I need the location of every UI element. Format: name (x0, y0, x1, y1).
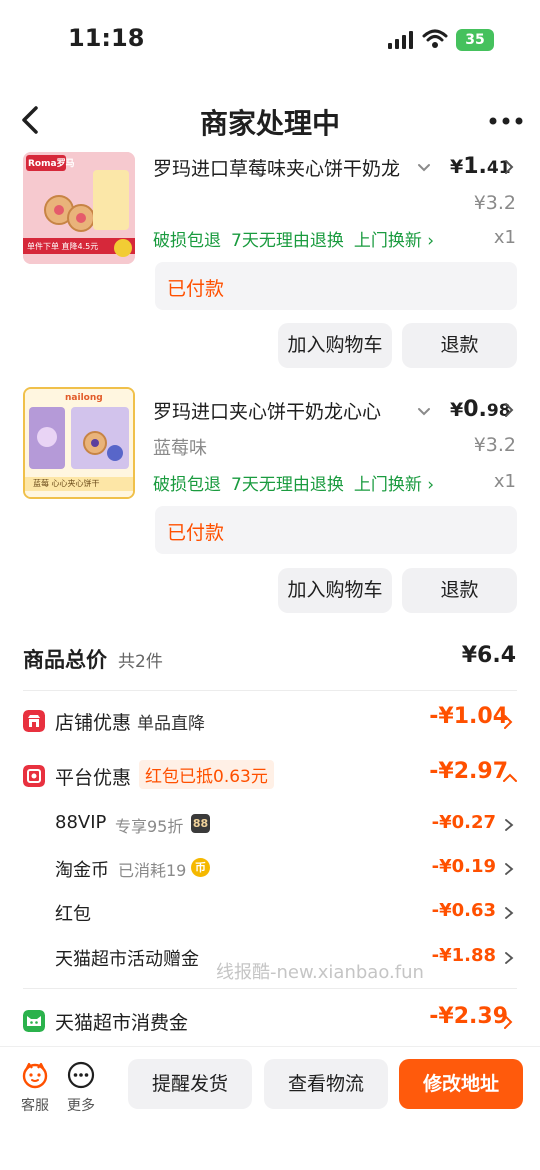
discount-amount: -¥1.04 (429, 704, 508, 729)
discount-subtitle: 单品直降 (137, 714, 205, 734)
refund-button[interactable]: 退款 (402, 323, 517, 368)
payment-status: 已付款 (167, 278, 225, 300)
shop-discount-row[interactable]: 店铺优惠 单品直降 -¥1.04 (0, 702, 540, 742)
payment-status-box: 已付款 (155, 506, 517, 554)
more-options-icon[interactable] (488, 116, 524, 126)
sub-discount-amount: -¥0.63 (431, 900, 496, 921)
shop-icon (23, 710, 45, 732)
wifi-icon (422, 29, 448, 48)
product-title[interactable]: 罗玛进口草莓味夹心饼干奶龙 (153, 154, 411, 181)
discount-amount: -¥2.39 (429, 1004, 508, 1029)
view-logistics-button[interactable]: 查看物流 (264, 1059, 388, 1109)
chevron-right-icon (504, 1015, 513, 1029)
product-price: ¥1.41 (450, 154, 511, 179)
product-title[interactable]: 罗玛进口夹心饼干奶龙心心 (153, 397, 411, 424)
tag-seven-day-return: 7天无理由退换 (231, 475, 344, 495)
sub-discount-amount: -¥1.88 (431, 945, 496, 966)
refund-button[interactable]: 退款 (402, 568, 517, 613)
tag-home-exchange: 上门换新 › (353, 475, 435, 495)
service-tags[interactable]: 破损包退 7天无理由退换 上门换新 › (153, 226, 444, 251)
sub-discount-coins[interactable]: 淘金币 已消耗19 币 -¥0.19 (0, 852, 540, 888)
customer-service-button[interactable]: 客服 (15, 1061, 55, 1115)
add-to-cart-button[interactable]: 加入购物车 (278, 323, 392, 368)
divider (23, 988, 517, 989)
original-price: ¥3.2 (473, 192, 516, 214)
total-price-row: 商品总价 共2件 ¥6.4 (0, 640, 540, 680)
total-amount: ¥6.4 (461, 643, 516, 668)
sub-discount-label: 淘金币 (55, 860, 109, 881)
more-button[interactable]: 更多 (61, 1061, 101, 1115)
change-address-button[interactable]: 修改地址 (399, 1059, 523, 1109)
tag-home-exchange: 上门换新 › (353, 231, 435, 251)
sub-discount-label: 88VIP (55, 812, 107, 833)
bottom-action-bar: 客服 更多 提醒发货 查看物流 修改地址 (0, 1046, 540, 1170)
service-tags[interactable]: 破损包退 7天无理由退换 上门换新 › (153, 470, 444, 495)
product-quantity: x1 (493, 471, 516, 492)
thumbnail-brand-text: Roma罗马 (28, 159, 75, 169)
nav-bar: 商家处理中 (0, 88, 540, 150)
product-variant: 蓝莓味 (153, 438, 207, 459)
sub-discount-note: 已消耗19 (118, 861, 187, 880)
total-label: 商品总价 (23, 648, 107, 672)
chevron-right-icon (505, 952, 514, 964)
remind-shipping-button[interactable]: 提醒发货 (128, 1059, 252, 1109)
vip-88-badge: 88 (191, 814, 210, 833)
sub-discount-note: 专享95折 (115, 817, 184, 836)
tag-damage-return: 破损包退 (153, 231, 221, 251)
battery-icon: 35 (456, 29, 494, 51)
product-item: nailong 蓝莓 心心夹心饼干 罗玛进口夹心饼干奶龙心心 ¥0.98 蓝莓味… (0, 387, 540, 627)
chevron-right-icon[interactable] (503, 159, 515, 175)
divider (23, 690, 517, 691)
chevron-down-icon[interactable] (416, 162, 432, 174)
discount-amount: -¥2.97 (429, 759, 508, 784)
tag-damage-return: 破损包退 (153, 475, 221, 495)
sub-discount-amount: -¥0.19 (431, 856, 496, 877)
product-quantity: x1 (493, 227, 516, 248)
status-bar: 11:18 35 (0, 0, 540, 80)
more-label: 更多 (67, 1098, 95, 1114)
page-title: 商家处理中 (199, 107, 340, 140)
discount-label: 平台优惠 (55, 767, 132, 789)
cellular-signal-icon (388, 31, 413, 49)
sub-discount-amount: -¥0.27 (431, 812, 496, 833)
chevron-right-icon (504, 715, 513, 729)
chevron-right-icon (505, 907, 514, 919)
watermark: 线报酷-new.xianbao.fun (216, 962, 424, 983)
chevron-down-icon[interactable] (416, 406, 432, 418)
sub-discount-label: 天猫超市活动赠金 (55, 949, 199, 970)
sub-discount-label: 红包 (55, 904, 91, 925)
payment-status-box: 已付款 (155, 262, 517, 310)
chevron-right-icon (505, 863, 514, 875)
red-packet-badge: 红包已抵0.63元 (139, 760, 274, 789)
thumbnail-brand-text: nailong (65, 393, 103, 403)
chevron-up-icon (503, 773, 517, 782)
platform-discount-row[interactable]: 平台优惠 红包已抵0.63元 -¥2.97 (0, 757, 540, 797)
gold-coin-icon: 币 (191, 858, 210, 877)
chevron-right-icon (505, 819, 514, 831)
tmall-cat-icon (23, 1010, 45, 1032)
product-item: Roma罗马 单件下单 直降4.5元 罗玛进口草莓味夹心饼干奶龙 ¥1.41 ¥… (0, 150, 540, 380)
platform-coupon-icon (23, 765, 45, 787)
more-dots-icon (67, 1061, 95, 1089)
payment-status: 已付款 (167, 522, 225, 544)
product-thumbnail[interactable]: Roma罗马 单件下单 直降4.5元 (23, 152, 135, 264)
product-price: ¥0.98 (450, 397, 511, 422)
discount-label: 天猫超市消费金 (55, 1012, 189, 1034)
discount-label: 店铺优惠 (55, 712, 132, 734)
sub-discount-red-packet[interactable]: 红包 -¥0.63 (0, 896, 540, 932)
tag-seven-day-return: 7天无理由退换 (231, 231, 344, 251)
add-to-cart-button[interactable]: 加入购物车 (278, 568, 392, 613)
thumbnail-promo-text: 蓝莓 心心夹心饼干 (33, 479, 100, 488)
customer-service-label: 客服 (21, 1098, 49, 1114)
thumbnail-promo-text: 单件下单 直降4.5元 (27, 242, 99, 251)
original-price: ¥3.2 (473, 434, 516, 456)
product-thumbnail[interactable]: nailong 蓝莓 心心夹心饼干 (23, 387, 135, 499)
tmall-consume-gold-row[interactable]: 天猫超市消费金 -¥2.39 (0, 1002, 540, 1042)
status-time: 11:18 (68, 24, 145, 52)
item-count: 共2件 (118, 652, 163, 672)
sub-discount-88vip[interactable]: 88VIP 专享95折 88 -¥0.27 (0, 808, 540, 844)
chevron-right-icon[interactable] (503, 402, 515, 418)
customer-service-icon (22, 1062, 48, 1089)
